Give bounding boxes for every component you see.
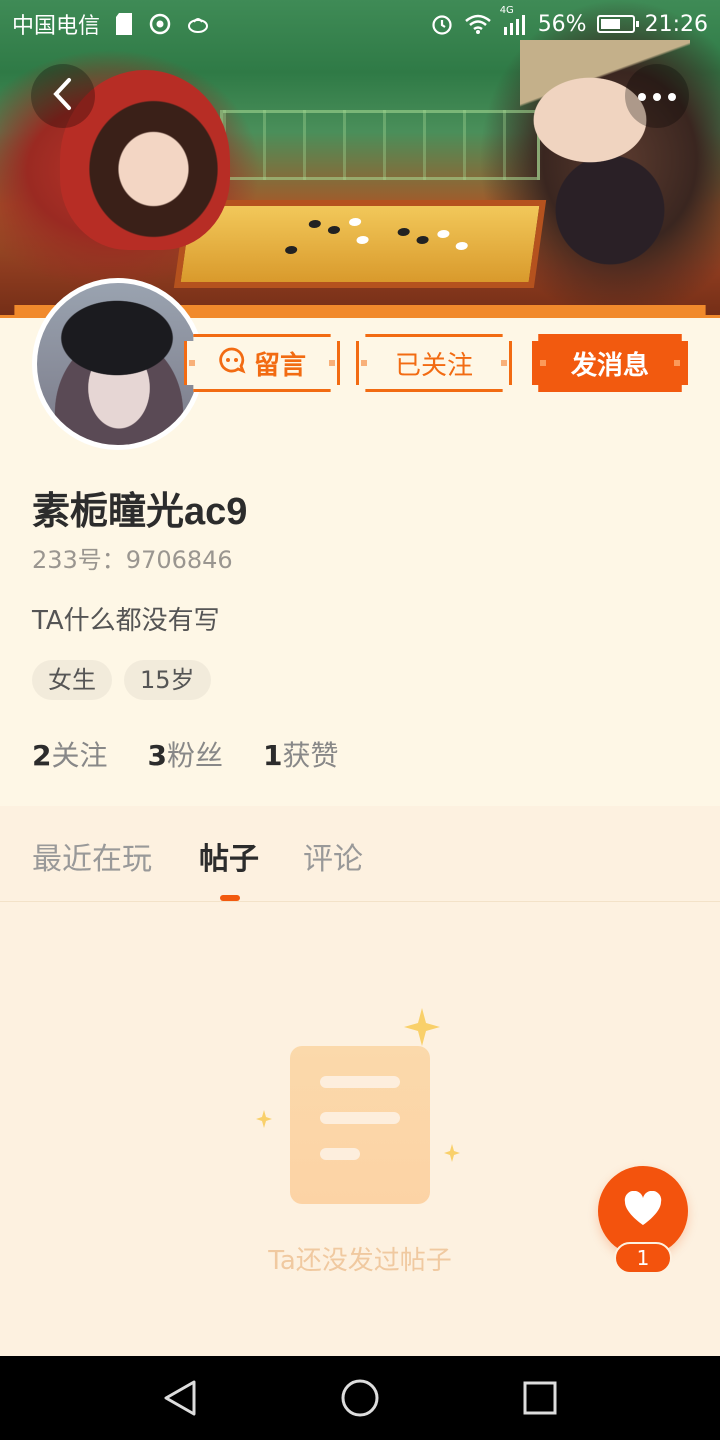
circle-dot-icon bbox=[148, 12, 172, 36]
sparkle-icon bbox=[404, 1008, 440, 1050]
user-stats: 2关注 3粉丝 1获赞 bbox=[32, 734, 339, 774]
gender-tag: 女生 bbox=[32, 660, 112, 700]
speech-bubble-icon bbox=[218, 346, 246, 381]
chevron-left-icon bbox=[49, 76, 77, 116]
leave-message-button[interactable]: 留言 bbox=[184, 334, 340, 392]
app-notification-icon bbox=[186, 14, 210, 34]
user-id: 233号：9706846 bbox=[32, 546, 233, 574]
carrier-label: 中国电信 bbox=[12, 14, 101, 39]
user-tags: 女生 15岁 bbox=[32, 660, 211, 700]
send-message-label: 发消息 bbox=[570, 350, 649, 381]
status-bar: 中国电信 4G 56% 21:26 bbox=[0, 0, 720, 48]
content-tabs: 最近在玩 帖子 评论 bbox=[0, 806, 720, 902]
avatar[interactable] bbox=[32, 278, 204, 450]
network-type-label: 4G bbox=[499, 5, 514, 16]
banner-window-lattice bbox=[220, 110, 540, 180]
heart-icon bbox=[623, 1190, 663, 1231]
banner-go-board bbox=[173, 200, 547, 288]
empty-state-message: Ta还没发过帖子 bbox=[268, 1246, 452, 1276]
stat-following-count: 2 bbox=[32, 739, 52, 772]
followed-label: 已关注 bbox=[394, 350, 473, 381]
tab-posts[interactable]: 帖子 bbox=[199, 834, 259, 878]
clock-time: 21:26 bbox=[644, 11, 708, 37]
stat-likes[interactable]: 1获赞 bbox=[263, 734, 339, 774]
sd-card-icon bbox=[114, 12, 134, 36]
active-tab-indicator bbox=[220, 895, 240, 901]
alarm-icon bbox=[430, 12, 454, 36]
back-button[interactable] bbox=[31, 64, 95, 128]
empty-illustration bbox=[250, 1008, 470, 1218]
avatar-image bbox=[37, 283, 199, 445]
send-message-button[interactable]: 发消息 bbox=[532, 334, 688, 392]
stat-fans[interactable]: 3粉丝 bbox=[148, 734, 224, 774]
more-button[interactable] bbox=[625, 64, 689, 128]
tab-recently-played[interactable]: 最近在玩 bbox=[32, 834, 152, 878]
sparkle-icon bbox=[256, 1110, 272, 1132]
signal-icon: 4G bbox=[500, 5, 528, 35]
username: 素栀瞳光ac9 bbox=[32, 491, 248, 533]
stat-likes-count: 1 bbox=[263, 739, 283, 772]
nav-home-icon[interactable] bbox=[338, 1376, 382, 1420]
nav-recents-icon[interactable] bbox=[518, 1376, 562, 1420]
followed-button[interactable]: 已关注 bbox=[356, 334, 512, 392]
tab-comments[interactable]: 评论 bbox=[303, 834, 363, 878]
more-dots-icon bbox=[637, 87, 677, 106]
wifi-icon bbox=[464, 13, 492, 35]
leave-message-label: 留言 bbox=[253, 350, 306, 381]
stat-likes-label: 获赞 bbox=[282, 739, 339, 772]
stat-fans-count: 3 bbox=[147, 739, 167, 772]
age-tag: 15岁 bbox=[124, 660, 211, 700]
sparkle-icon bbox=[444, 1144, 460, 1166]
user-bio: TA什么都没有写 bbox=[32, 606, 220, 636]
stat-fans-label: 粉丝 bbox=[166, 739, 223, 772]
stat-following[interactable]: 2关注 bbox=[32, 734, 108, 774]
system-nav-bar bbox=[0, 1356, 720, 1440]
document-icon bbox=[290, 1046, 430, 1204]
like-count-badge: 1 bbox=[614, 1242, 672, 1274]
nav-back-icon[interactable] bbox=[158, 1376, 202, 1420]
battery-percent: 56% bbox=[537, 11, 587, 37]
stat-following-label: 关注 bbox=[51, 739, 108, 772]
battery-icon bbox=[596, 15, 639, 33]
